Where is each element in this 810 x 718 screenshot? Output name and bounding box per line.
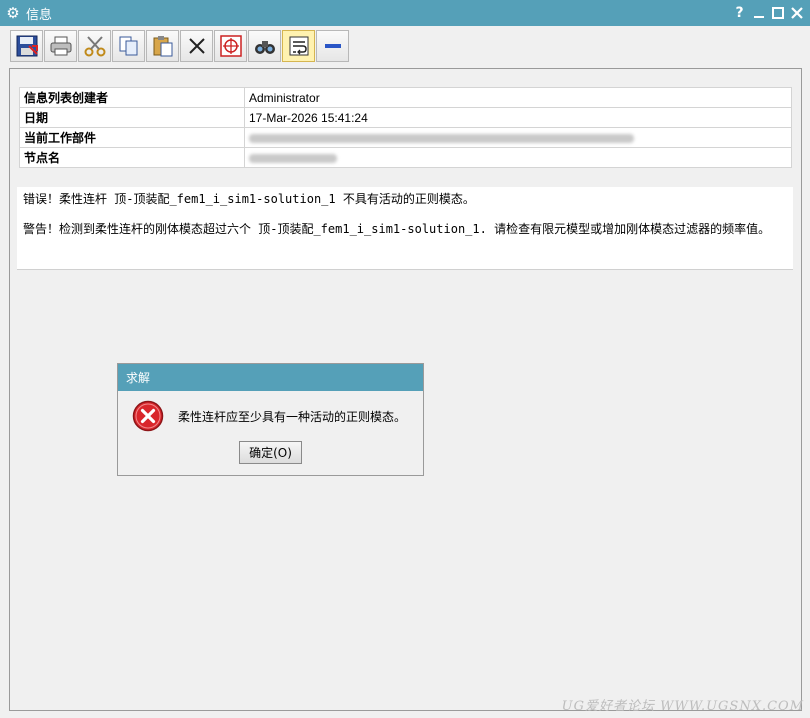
delete-button[interactable] xyxy=(180,30,213,62)
minimize-button[interactable] xyxy=(749,3,768,23)
wrap-text-icon xyxy=(289,36,308,56)
redacted-value xyxy=(249,133,634,143)
warning-message: 警告！检测到柔性连杆的刚体模态超过六个 顶-顶装配_fem1_i_sim1-so… xyxy=(23,221,771,236)
target-icon xyxy=(219,35,242,57)
table-row: 信息列表创建者 Administrator xyxy=(19,87,792,108)
info-table: 信息列表创建者 Administrator 日期 17-Mar-2026 15:… xyxy=(19,87,792,168)
info-value: Administrator xyxy=(244,87,792,108)
info-key: 节点名 xyxy=(19,147,245,168)
ok-button[interactable]: 确定(O) xyxy=(239,441,302,464)
collapse-button[interactable] xyxy=(316,30,349,62)
dialog-title: 求解 xyxy=(118,364,423,391)
info-key: 信息列表创建者 xyxy=(19,87,245,108)
watermark: UG爱好者论坛 WWW.UGSNX.COM xyxy=(561,699,804,714)
print-button[interactable] xyxy=(44,30,77,62)
window-title: 信息 xyxy=(26,7,53,23)
find-button[interactable] xyxy=(248,30,281,62)
error-message: 错误！柔性连杆 顶-顶装配_fem1_i_sim1-solution_1 不具有… xyxy=(23,192,475,206)
close-button[interactable] xyxy=(787,3,806,23)
minus-icon xyxy=(324,44,341,48)
paste-icon xyxy=(153,36,172,57)
message-log: 错误！柔性连杆 顶-顶装配_fem1_i_sim1-solution_1 不具有… xyxy=(17,187,793,270)
table-row: 日期 17-Mar-2026 15:41:24 xyxy=(19,107,792,128)
table-row: 当前工作部件 xyxy=(19,127,792,148)
info-value-redacted xyxy=(244,127,792,148)
window-titlebar: ⚙ 信息 ? xyxy=(0,0,810,26)
print-icon xyxy=(50,36,71,56)
delete-icon xyxy=(188,38,205,54)
gear-icon: ⚙ xyxy=(6,4,20,22)
copy-icon xyxy=(119,36,137,56)
copy-button[interactable] xyxy=(112,30,145,62)
error-icon xyxy=(132,400,164,432)
save-icon xyxy=(16,35,38,57)
info-key: 当前工作部件 xyxy=(19,127,245,148)
target-button[interactable] xyxy=(214,30,247,62)
table-row: 节点名 xyxy=(19,147,792,168)
binoculars-icon xyxy=(254,41,275,54)
cut-button[interactable] xyxy=(78,30,111,62)
solve-error-dialog: 求解 柔性连杆应至少具有一种活动的正则模态。 确定(O) xyxy=(117,363,424,476)
dialog-message: 柔性连杆应至少具有一种活动的正则模态。 xyxy=(178,410,407,424)
info-value-redacted xyxy=(244,147,792,168)
redacted-value xyxy=(249,153,337,163)
info-key: 日期 xyxy=(19,107,245,128)
cut-icon xyxy=(84,36,105,57)
save-button[interactable] xyxy=(10,30,43,62)
toolbar xyxy=(0,26,810,66)
paste-button[interactable] xyxy=(146,30,179,62)
window-controls: ? xyxy=(730,0,806,26)
help-button[interactable]: ? xyxy=(730,3,749,23)
info-value: 17-Mar-2026 15:41:24 xyxy=(244,107,792,128)
maximize-button[interactable] xyxy=(768,3,787,23)
wrap-text-button[interactable] xyxy=(282,30,315,62)
